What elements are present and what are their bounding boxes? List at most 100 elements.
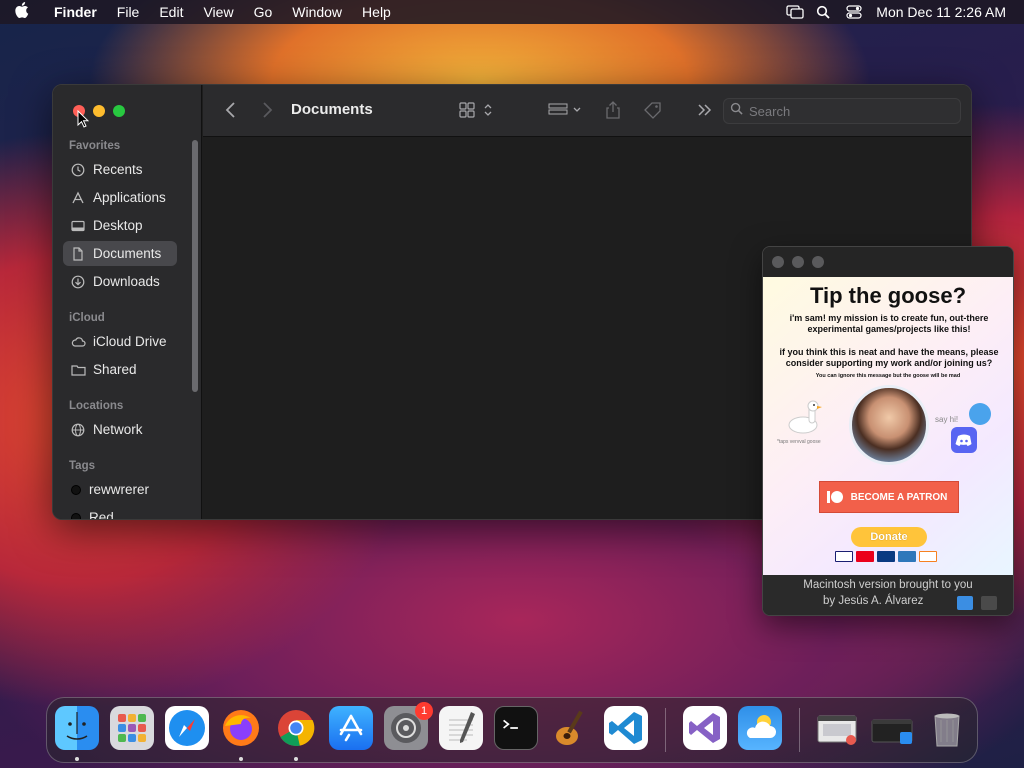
running-indicator — [294, 757, 298, 761]
goose-support-text: if you think this is neat and have the m… — [779, 347, 999, 368]
menu-app-name[interactable]: Finder — [44, 4, 107, 20]
dock-launchpad-icon[interactable] — [110, 706, 154, 750]
finder-sidebar: Favorites Recents Applications Desktop D… — [53, 85, 202, 519]
dock-safari-icon[interactable] — [165, 706, 209, 750]
dock-finder-windows-icon[interactable] — [870, 706, 914, 750]
tag-color-dot — [71, 512, 81, 519]
tag-icon[interactable] — [643, 101, 663, 119]
notification-badge: 1 — [415, 702, 433, 720]
sidebar-item-tag-red[interactable]: Red — [63, 505, 177, 520]
goose-tip-window: Tip the goose? i'm sam! my mission is to… — [762, 246, 1014, 616]
dock-vscode-icon[interactable] — [604, 706, 648, 750]
sidebar-item-shared[interactable]: Shared — [63, 357, 177, 382]
sidebar-item-label: Applications — [93, 190, 166, 205]
sidebar-item-label: Desktop — [93, 218, 143, 233]
search-icon — [730, 102, 743, 120]
sidebar-item-tag-rewwrerer[interactable]: rewwrerer — [63, 477, 177, 502]
dock-textedit-icon[interactable] — [439, 706, 483, 750]
dock-firefox-icon[interactable] — [219, 706, 263, 750]
twitter-icon[interactable] — [957, 596, 973, 610]
sidebar-header-favorites: Favorites — [69, 140, 121, 152]
menu-clock[interactable]: Mon Dec 11 2:26 AM — [876, 4, 1006, 20]
visa-card-icon — [835, 551, 853, 562]
github-icon[interactable] — [981, 596, 997, 610]
goose-message: Tip the goose? i'm sam! my mission is to… — [763, 277, 1013, 577]
view-mode-button[interactable] — [459, 101, 495, 119]
sidebar-item-label: rewwrerer — [89, 482, 150, 497]
globe-icon — [71, 423, 85, 437]
mouse-cursor-icon — [77, 109, 90, 133]
sidebar-scrollbar[interactable] — [192, 140, 198, 392]
dock-window-preview-icon[interactable] — [815, 706, 859, 750]
share-icon[interactable] — [605, 101, 621, 119]
maestro-card-icon — [877, 551, 895, 562]
document-icon — [71, 246, 85, 261]
sidebar-header-icloud: iCloud — [69, 312, 105, 324]
more-toolbar-icon[interactable] — [697, 101, 713, 119]
dock-visual-studio-icon[interactable] — [683, 706, 727, 750]
sidebar-item-label: Network — [93, 422, 143, 437]
patreon-logo-icon — [826, 491, 843, 503]
finder-toolbar: Documents — [203, 85, 971, 137]
discord-icon[interactable] — [951, 427, 977, 453]
tag-color-dot — [71, 484, 81, 495]
back-button[interactable] — [225, 101, 237, 119]
minimize-button[interactable] — [792, 256, 804, 268]
menu-edit[interactable]: Edit — [149, 4, 193, 20]
dock-weather-icon[interactable] — [738, 706, 782, 750]
forward-button[interactable] — [261, 101, 273, 119]
group-button[interactable] — [548, 101, 584, 119]
sidebar-item-label: Red — [89, 510, 114, 520]
spotlight-search-icon[interactable] — [816, 5, 832, 19]
dock-trash-icon[interactable] — [925, 706, 969, 750]
sidebar-item-recents[interactable]: Recents — [63, 157, 177, 182]
zoom-button[interactable] — [812, 256, 824, 268]
sidebar-item-label: Documents — [93, 246, 162, 261]
dock-garageband-icon[interactable] — [549, 706, 593, 750]
sidebar-item-desktop[interactable]: Desktop — [63, 213, 177, 238]
menu-help[interactable]: Help — [352, 4, 401, 20]
sidebar-item-downloads[interactable]: Downloads — [63, 269, 177, 294]
sidebar-item-network[interactable]: Network — [63, 417, 177, 442]
menu-go[interactable]: Go — [244, 4, 283, 20]
sidebar-item-label: Shared — [93, 362, 137, 377]
mastercard-icon — [856, 551, 874, 562]
zoom-button[interactable] — [113, 105, 125, 117]
goose-title: Tip the goose? — [809, 283, 967, 308]
apple-menu-icon[interactable] — [0, 2, 44, 22]
become-patron-button[interactable]: BECOME A PATRON — [819, 481, 959, 513]
sidebar-item-label: Recents — [93, 162, 143, 177]
close-button[interactable] — [772, 256, 784, 268]
payment-cards — [835, 551, 937, 562]
goose-titlebar — [763, 247, 1013, 277]
search-input[interactable] — [749, 103, 949, 119]
control-center-icon[interactable] — [846, 5, 862, 19]
goose-disclaimer: You can ignore this message but the goos… — [815, 373, 961, 379]
dock-finder-icon[interactable] — [55, 706, 99, 750]
sidebar-item-applications[interactable]: Applications — [63, 185, 177, 210]
sidebar-item-icloud-drive[interactable]: iCloud Drive — [63, 329, 177, 354]
dock-chrome-icon[interactable] — [274, 706, 318, 750]
sidebar-item-documents[interactable]: Documents — [63, 241, 177, 266]
menu-file[interactable]: File — [107, 4, 150, 20]
menu-view[interactable]: View — [193, 4, 243, 20]
dock-app-store-icon[interactable] — [329, 706, 373, 750]
footer-credit-line1: Macintosh version brought to you — [803, 579, 973, 591]
cloud-icon — [71, 335, 86, 349]
donate-button[interactable]: Donate — [851, 527, 927, 547]
twitter-bird-icon[interactable] — [969, 403, 991, 425]
search-field[interactable] — [723, 98, 961, 124]
footer-credit-line2: by Jesús A. Álvarez — [823, 595, 924, 607]
minimize-button[interactable] — [93, 105, 105, 117]
amex-card-icon — [898, 551, 916, 562]
running-indicator — [75, 757, 79, 761]
sidebar-header-tags: Tags — [69, 460, 95, 472]
menu-window[interactable]: Window — [282, 4, 352, 20]
dock-terminal-icon[interactable] — [494, 706, 538, 750]
screen-mirroring-icon[interactable] — [786, 5, 804, 19]
sidebar-item-label: Downloads — [93, 274, 160, 289]
sidebar-item-label: iCloud Drive — [93, 334, 167, 349]
clock-icon — [71, 163, 85, 177]
dock-separator — [665, 708, 666, 752]
discover-card-icon — [919, 551, 937, 562]
